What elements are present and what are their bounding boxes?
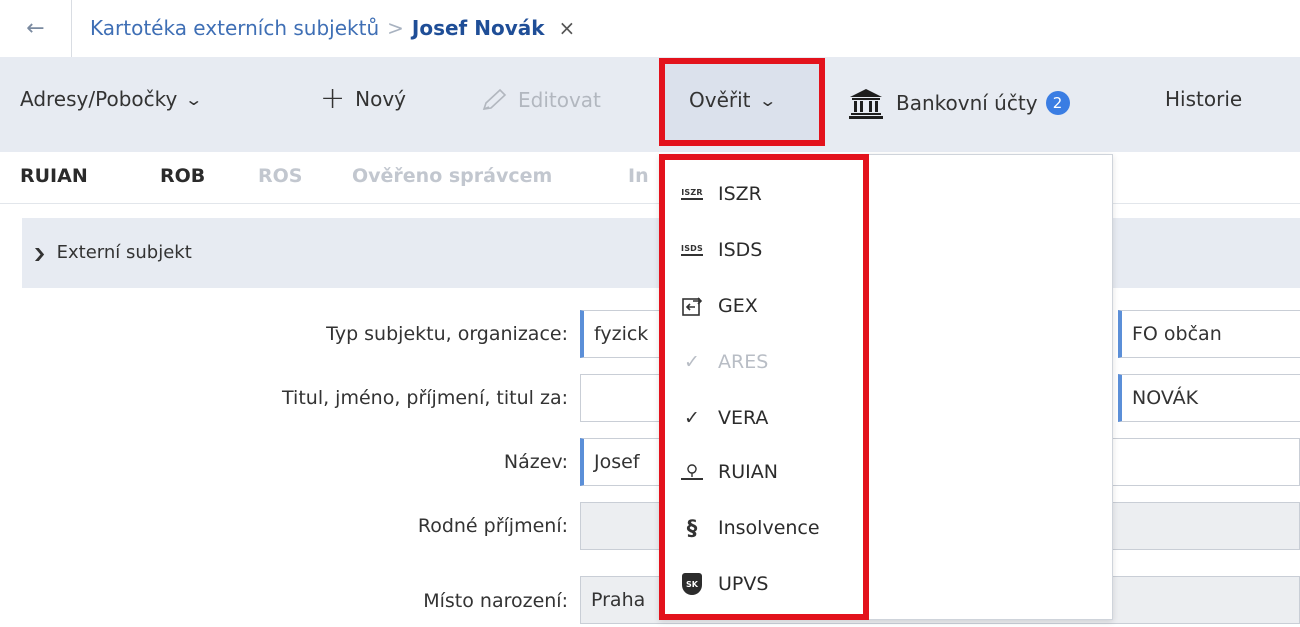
type-org-field[interactable]: FO občan (1118, 310, 1300, 358)
back-button[interactable]: ← (0, 0, 72, 57)
tab-ros[interactable]: ROS (258, 165, 302, 187)
surname-field[interactable]: NOVÁK (1118, 374, 1300, 422)
plus-icon: + (320, 81, 346, 116)
verify-label: Ověřit (689, 88, 751, 112)
bank-accounts-button[interactable]: Bankovní účty 2 (848, 87, 1070, 119)
chevron-down-icon: ⌄ (757, 90, 777, 110)
menu-highlight-frame (659, 154, 869, 620)
type-label: Typ subjektu, organizace: (326, 323, 568, 345)
breadcrumb-parent[interactable]: Kartotéka externích subjektů (90, 16, 379, 40)
title-label: Název: (503, 451, 568, 473)
history-button[interactable]: Historie (1165, 87, 1242, 111)
addresses-label: Adresy/Pobočky (20, 87, 178, 111)
breadcrumb-bar: ← Kartotéka externích subjektů > Josef Nov… (0, 0, 1300, 57)
edit-label: Editovat (518, 88, 601, 112)
bank-accounts-label: Bankovní účty (896, 91, 1038, 115)
birthplace-label: Místo narození: (423, 590, 568, 612)
breadcrumb-current: Josef Novák (411, 16, 545, 40)
verify-dropdown-button[interactable]: Ověřit ⌄ (659, 58, 825, 146)
birth-surname-label: Rodné příjmení: (417, 515, 568, 537)
history-label: Historie (1165, 87, 1243, 111)
toolbar: Adresy/Pobočky ⌄ + Nový Editovat Bankovn… (0, 57, 1300, 152)
breadcrumb: Kartotéka externích subjektů > Josef Novák… (90, 16, 575, 40)
chevron-down-icon: ⌄ (184, 89, 204, 109)
bank-accounts-badge: 2 (1045, 91, 1070, 115)
new-button[interactable]: + Nový (320, 81, 407, 116)
tab-rob[interactable]: ROB (160, 165, 205, 187)
breadcrumb-separator: > (387, 16, 404, 40)
arrow-left-icon: ← (26, 16, 45, 41)
bank-icon (849, 89, 883, 119)
tab-ruian[interactable]: RUIAN (20, 165, 88, 187)
tab-partial[interactable]: In (628, 165, 649, 187)
pencil-icon (482, 88, 507, 110)
new-label: Nový (355, 87, 407, 111)
close-tab-icon[interactable]: × (559, 16, 576, 40)
addresses-dropdown[interactable]: Adresy/Pobočky ⌄ (20, 87, 204, 111)
name-label: Titul, jméno, příjmení, titul za: (282, 387, 568, 409)
chevron-down-icon: ❯ (32, 247, 47, 262)
tab-verified-by-admin[interactable]: Ověřeno správcem (352, 165, 552, 187)
section-title: Externí subjekt (56, 242, 192, 263)
edit-button[interactable]: Editovat (478, 87, 601, 113)
